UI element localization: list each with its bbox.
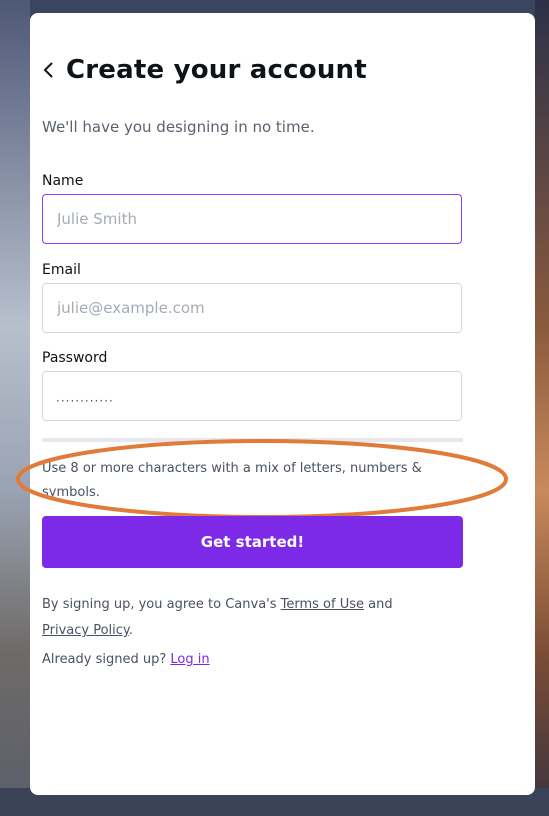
- email-input[interactable]: [42, 283, 462, 333]
- login-prompt: Already signed up? Log in: [42, 652, 210, 667]
- page-subtitle: We'll have you designing in no time.: [42, 118, 315, 136]
- password-hint: Use 8 or more characters with a mix of l…: [42, 461, 422, 500]
- password-strength-bar: [42, 438, 463, 442]
- name-input[interactable]: [42, 194, 462, 244]
- chevron-left-icon[interactable]: [42, 55, 62, 85]
- terms-of-use-link[interactable]: Terms of Use: [281, 597, 364, 612]
- background-photo-left: [0, 0, 30, 816]
- legal-prefix: By signing up, you agree to Canva's: [42, 597, 281, 612]
- legal-middle: and: [364, 597, 393, 612]
- page-title: Create your account: [66, 55, 367, 85]
- name-label: Name: [42, 173, 84, 189]
- privacy-policy-link[interactable]: Privacy Policy: [42, 623, 129, 638]
- log-in-link[interactable]: Log in: [170, 652, 209, 667]
- legal-suffix: .: [128, 623, 133, 638]
- password-label: Password: [42, 350, 108, 366]
- get-started-button[interactable]: Get started!: [42, 516, 463, 568]
- email-label: Email: [42, 262, 81, 278]
- legal-text: By signing up, you agree to Canva's Term…: [42, 592, 462, 644]
- login-prompt-text: Already signed up?: [42, 652, 171, 667]
- password-masked-value: ············: [56, 394, 114, 408]
- background-photo-right: [535, 0, 549, 816]
- header: Create your account: [42, 50, 367, 90]
